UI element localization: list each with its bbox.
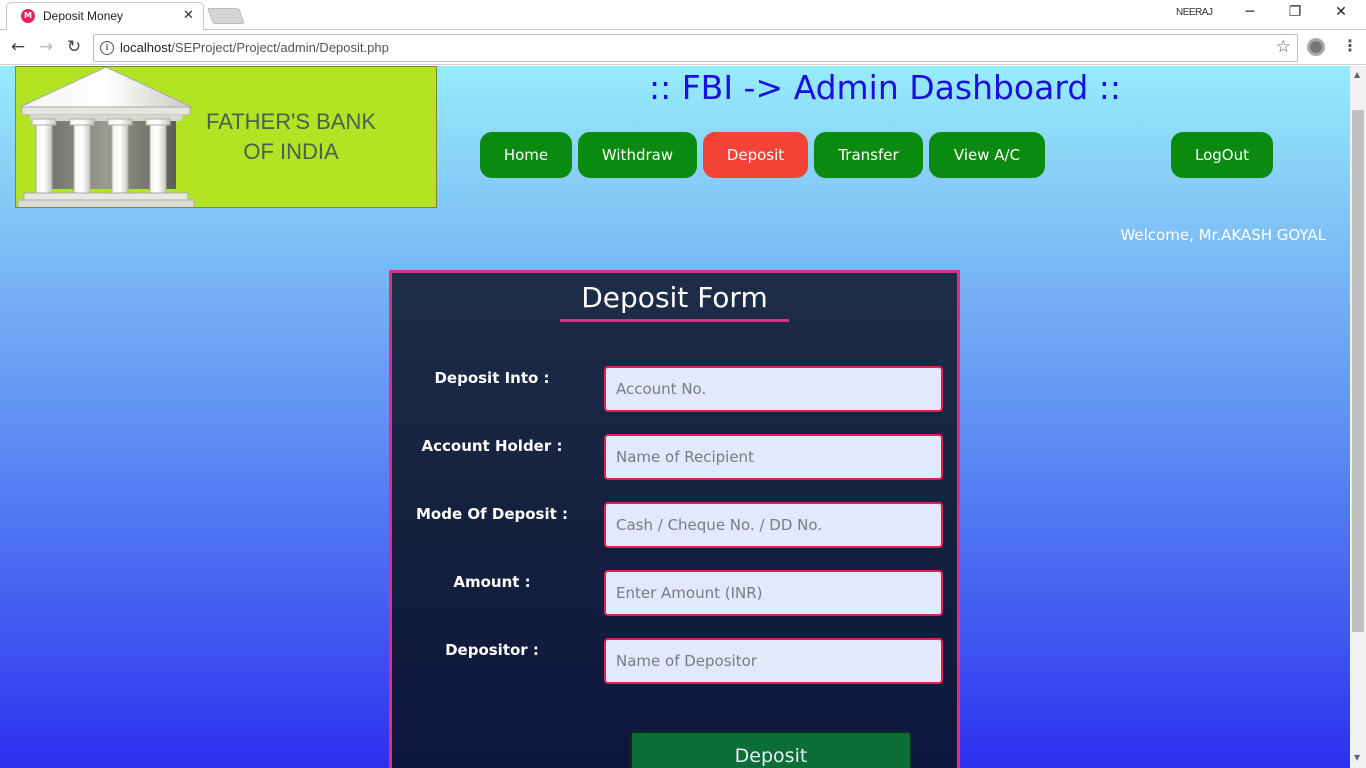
address-bar[interactable]: i localhost/SEProject/Project/admin/Depo… [93,34,1298,62]
deposit-into-label: Deposit Into : [434,369,550,387]
extension-icon[interactable] [1307,38,1325,56]
nav-transfer-button[interactable]: Transfer [814,132,923,178]
minimize-icon[interactable]: ─ [1240,4,1260,20]
info-icon[interactable]: i [100,41,114,55]
window-close-icon[interactable]: ✕ [1331,4,1351,20]
browser-tab[interactable]: M Deposit Money ✕ [6,2,204,30]
depositor-name-input[interactable] [604,638,943,684]
title-underline [560,319,789,322]
form-title: Deposit Form [581,281,768,314]
bookmark-star-icon[interactable]: ☆ [1276,37,1291,57]
deposit-submit-button[interactable]: Deposit [630,731,912,768]
tab-favicon-icon: M [21,9,35,23]
depositor-label: Depositor : [445,641,539,659]
scroll-down-icon[interactable]: ▼ [1354,753,1360,762]
bank-building-icon [17,67,195,207]
url-path: /SEProject/Project/admin/Deposit.php [171,40,389,55]
bank-name-line1: FATHER'S BANK [205,109,377,134]
page-title: :: FBI -> Admin Dashboard :: [648,68,1122,107]
recipient-name-input[interactable] [604,434,943,480]
account-holder-label: Account Holder : [421,437,563,455]
browser-toolbar: ← → ↻ i localhost/SEProject/Project/admi… [0,31,1366,65]
tab-title: Deposit Money [43,9,124,23]
tab-close-icon[interactable]: ✕ [183,8,194,23]
bank-name: FATHER'S BANK OF INDIA [186,107,396,167]
scrollbar[interactable]: ▲ ▼ [1350,66,1366,768]
scroll-thumb[interactable] [1352,110,1364,632]
amount-input[interactable] [604,570,943,616]
url-host: localhost [120,40,172,55]
deposit-form: Deposit Form Deposit Into : Account Hold… [389,270,960,768]
nav-view-account-button[interactable]: View A/C [929,132,1045,178]
url-text[interactable]: localhost/SEProject/Project/admin/Deposi… [120,40,389,55]
menu-icon[interactable]: ⋮ [1342,36,1358,55]
mode-of-deposit-label: Mode Of Deposit : [416,505,568,523]
bank-name-line2: OF INDIA [243,139,339,164]
nav-home-button[interactable]: Home [480,132,572,178]
forward-arrow-icon[interactable]: → [36,37,56,57]
browser-tabstrip: M Deposit Money ✕ NEERAJ ─ ❐ ✕ [0,0,1366,30]
restore-icon[interactable]: ❐ [1285,4,1305,20]
nav-withdraw-button[interactable]: Withdraw [578,132,697,178]
mode-of-deposit-input[interactable] [604,502,943,548]
back-arrow-icon[interactable]: ← [8,37,28,57]
account-number-input[interactable] [604,366,943,412]
page-viewport: FATHER'S BANK OF INDIA :: FBI -> Admin D… [0,66,1350,768]
bank-logo: FATHER'S BANK OF INDIA [15,66,437,208]
amount-label: Amount : [453,573,531,591]
scroll-up-icon[interactable]: ▲ [1354,70,1360,79]
welcome-message: Welcome, Mr.AKASH GOYAL [1120,226,1326,244]
nav-deposit-button[interactable]: Deposit [703,132,808,178]
reload-icon[interactable]: ↻ [64,37,84,57]
profile-name[interactable]: NEERAJ [1176,7,1213,18]
new-tab-button[interactable] [207,8,245,24]
logout-button[interactable]: LogOut [1171,132,1273,178]
